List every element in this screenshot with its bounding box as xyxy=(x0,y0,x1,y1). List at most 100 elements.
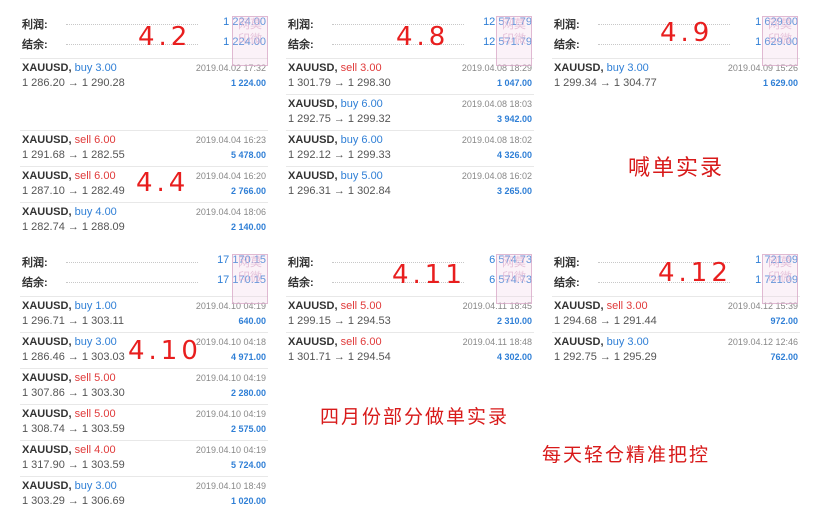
trade-symbol: XAUUSD, sell 5.00 xyxy=(22,408,116,420)
trade-prices: 1 303.29 → 1 306.69 xyxy=(22,495,125,507)
balance-label: 结余: xyxy=(554,277,580,289)
trade-datetime: 2019.04.08 18:02 xyxy=(461,135,532,145)
trade-symbol: XAUUSD, buy 1.00 xyxy=(22,300,117,312)
profit-label: 利润: xyxy=(288,257,314,269)
trade-row[interactable]: XAUUSD, buy 4.00 1 282.74 → 1 288.09 2019.… xyxy=(20,202,268,237)
trade-row[interactable]: XAUUSD, buy 1.00 1 296.71 → 1 303.11 2019.… xyxy=(20,296,268,331)
trade-profit: 4 326.00 xyxy=(496,150,532,160)
trade-profit: 3 265.00 xyxy=(496,186,532,196)
trade-row[interactable]: XAUUSD, sell 5.00 1 307.86 → 1 303.30 2019… xyxy=(20,368,268,403)
trade-row[interactable]: XAUUSD, buy 6.00 1 292.12 → 1 299.33 2019.… xyxy=(286,130,534,165)
trade-symbol: XAUUSD, sell 3.00 xyxy=(288,62,382,74)
trade-row[interactable]: XAUUSD, sell 6.00 1 301.71 → 1 294.54 2019… xyxy=(286,332,534,367)
symbol-text: XAUUSD, xyxy=(288,62,338,74)
trade-prices: 1 317.90 → 1 303.59 xyxy=(22,459,125,471)
trade-datetime: 2019.04.11 18:48 xyxy=(462,337,532,347)
trade-prices: 1 296.31 → 1 302.84 xyxy=(288,185,391,197)
trade-prices: 1 307.86 → 1 303.30 xyxy=(22,387,125,399)
trade-symbol: XAUUSD, buy 6.00 xyxy=(288,134,383,146)
trade-prices: 1 292.12 → 1 299.33 xyxy=(288,149,391,161)
trade-volume: 3.00 xyxy=(95,62,117,74)
trade-side: buy xyxy=(340,98,359,110)
trade-side: buy xyxy=(74,62,93,74)
trade-side: sell xyxy=(74,444,92,456)
trade-prices: 1 301.71 → 1 294.54 xyxy=(288,351,391,363)
trade-side: buy xyxy=(74,480,93,492)
trade-profit: 640.00 xyxy=(238,316,266,326)
trade-volume: 3.00 xyxy=(627,62,649,74)
symbol-text: XAUUSD, xyxy=(288,300,338,312)
annotation-date: 4.9 xyxy=(660,18,714,48)
symbol-text: XAUUSD, xyxy=(22,408,72,420)
trade-prices: 1 282.74 → 1 288.09 xyxy=(22,221,125,233)
trade-profit: 1 047.00 xyxy=(496,78,532,88)
trade-profit: 2 310.00 xyxy=(496,316,532,326)
trade-row[interactable]: XAUUSD, buy 5.00 1 296.31 → 1 302.84 2019.… xyxy=(286,166,534,201)
trade-symbol: XAUUSD, buy 3.00 xyxy=(554,62,649,74)
trade-profit: 2 766.00 xyxy=(230,186,266,196)
caption-daily-control: 每天轻仓精准把控 xyxy=(542,444,711,466)
balance-label: 结余: xyxy=(288,277,314,289)
trade-datetime: 2019.04.04 18:06 xyxy=(195,207,266,217)
trade-symbol: XAUUSD, sell 5.00 xyxy=(288,300,382,312)
trade-volume: 3.00 xyxy=(95,480,117,492)
dotted-leader xyxy=(66,262,198,263)
caption-april-partial: 四月份部分做单实录 xyxy=(320,406,510,428)
profit-label: 利润: xyxy=(554,19,580,31)
trade-side: buy xyxy=(606,62,625,74)
trade-volume: 4.00 xyxy=(94,444,116,456)
trade-profit: 5 478.00 xyxy=(230,150,266,160)
trade-side: buy xyxy=(74,206,93,218)
trade-volume: 5.00 xyxy=(94,372,116,384)
trade-profit: 1 224.00 xyxy=(230,78,266,88)
trade-prices: 1 286.46 → 1 303.03 xyxy=(22,351,125,363)
annotation-date: 4.8 xyxy=(396,22,450,52)
trade-row[interactable]: XAUUSD, buy 6.00 1 292.75 → 1 299.32 2019.… xyxy=(286,94,534,129)
trade-profit: 2 140.00 xyxy=(230,222,266,232)
trade-volume: 6.00 xyxy=(361,98,383,110)
symbol-text: XAUUSD, xyxy=(554,62,604,74)
trade-side: sell xyxy=(74,134,92,146)
trade-prices: 1 291.68 → 1 282.55 xyxy=(22,149,125,161)
symbol-text: XAUUSD, xyxy=(22,444,72,456)
trade-prices: 1 299.15 → 1 294.53 xyxy=(288,315,391,327)
trade-datetime: 2019.04.10 18:49 xyxy=(195,481,266,491)
seal-stamp: 网莫 印微 xyxy=(496,16,532,66)
symbol-text: XAUUSD, xyxy=(22,300,72,312)
trade-row[interactable]: XAUUSD, buy 3.00 1 292.75 → 1 295.29 2019.… xyxy=(552,332,800,367)
trade-volume: 3.00 xyxy=(626,300,648,312)
symbol-text: XAUUSD, xyxy=(22,336,72,348)
trade-prices: 1 294.68 → 1 291.44 xyxy=(554,315,657,327)
caption-call-live: 喊单实录 xyxy=(628,156,725,181)
trade-row[interactable]: XAUUSD, sell 6.00 1 291.68 → 1 282.55 2019… xyxy=(20,130,268,165)
trade-symbol: XAUUSD, buy 3.00 xyxy=(22,336,117,348)
trade-side: sell xyxy=(340,336,358,348)
trade-row[interactable]: XAUUSD, buy 3.00 1 286.20 → 1 290.28 2019.… xyxy=(20,58,268,93)
trade-panel-0410: 利润: 17 170.15 结余: 17 170.15 XAUUSD, buy 1.00… xyxy=(20,252,268,510)
trade-volume: 4.00 xyxy=(95,206,117,218)
trade-side: sell xyxy=(74,408,92,420)
trade-profit: 2 280.00 xyxy=(230,388,266,398)
trade-row[interactable]: XAUUSD, sell 5.00 1 308.74 → 1 303.59 2019… xyxy=(20,404,268,439)
trade-row[interactable]: XAUUSD, sell 4.00 1 317.90 → 1 303.59 2019… xyxy=(20,440,268,475)
profit-label: 利润: xyxy=(22,19,48,31)
trade-symbol: XAUUSD, sell 6.00 xyxy=(22,134,116,146)
balance-label: 结余: xyxy=(22,277,48,289)
symbol-text: XAUUSD, xyxy=(22,134,72,146)
trade-profit: 1 020.00 xyxy=(230,496,266,506)
trade-profit: 5 724.00 xyxy=(230,460,266,470)
trade-symbol: XAUUSD, buy 3.00 xyxy=(22,480,117,492)
trade-volume: 6.00 xyxy=(94,170,116,182)
symbol-text: XAUUSD, xyxy=(288,336,338,348)
trade-symbol: XAUUSD, buy 3.00 xyxy=(22,62,117,74)
trade-profit: 1 629.00 xyxy=(762,78,798,88)
trade-row[interactable]: XAUUSD, buy 3.00 1 303.29 → 1 306.69 2019.… xyxy=(20,476,268,511)
trade-symbol: XAUUSD, buy 4.00 xyxy=(22,206,117,218)
trade-profit: 4 302.00 xyxy=(496,352,532,362)
trade-prices: 1 308.74 → 1 303.59 xyxy=(22,423,125,435)
symbol-text: XAUUSD, xyxy=(288,170,338,182)
trade-volume: 5.00 xyxy=(361,170,383,182)
trade-prices: 1 301.79 → 1 298.30 xyxy=(288,77,391,89)
symbol-text: XAUUSD, xyxy=(288,98,338,110)
balance-label: 结余: xyxy=(22,39,48,51)
